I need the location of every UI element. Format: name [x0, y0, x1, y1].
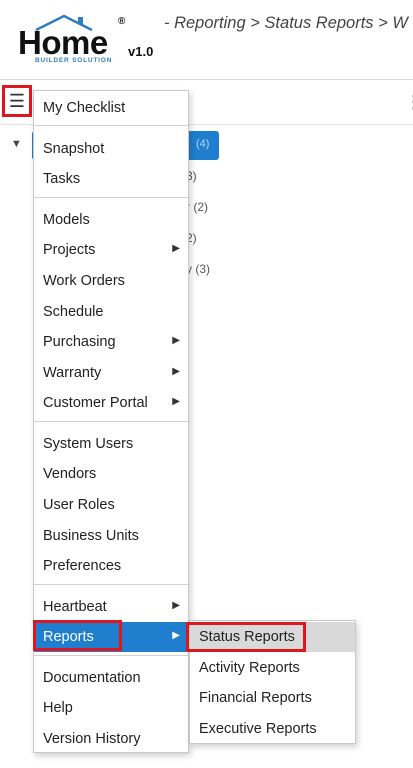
menu-item-customer-portal[interactable]: Customer Portal ▶ — [34, 388, 188, 417]
app-logo[interactable]: Home ® BUILDER SOLUTION v1.0 — [16, 12, 156, 68]
menu-divider — [34, 421, 188, 422]
menu-item-snapshot[interactable]: Snapshot — [34, 134, 188, 163]
menu-item-projects[interactable]: Projects ▶ — [34, 235, 188, 264]
menu-item-label: Models — [43, 211, 90, 228]
menu-item-label: Tasks — [43, 170, 81, 187]
submenu-arrow-icon: ▶ — [172, 366, 180, 377]
menu-item-heartbeat[interactable]: Heartbeat ▶ — [34, 592, 188, 621]
tree-row-count[interactable]: y (3) — [186, 262, 210, 276]
menu-item-label: Vendors — [43, 465, 97, 482]
submenu-item-financial-reports[interactable]: Financial Reports — [190, 683, 355, 713]
kebab-icon[interactable]: ⋮ — [405, 92, 413, 113]
submenu-arrow-icon: ▶ — [172, 630, 180, 641]
menu-item-documentation[interactable]: Documentation — [34, 663, 188, 692]
menu-divider — [34, 584, 188, 585]
breadcrumb: - Reporting > Status Reports > W — [164, 14, 408, 32]
logo-version: v1.0 — [128, 44, 154, 59]
hamburger-icon: ☰ — [8, 90, 26, 111]
reports-submenu: Status Reports Activity Reports Financia… — [189, 620, 356, 744]
menu-item-label: Purchasing — [43, 333, 116, 350]
submenu-item-label: Activity Reports — [199, 660, 300, 676]
menu-item-label: Schedule — [43, 303, 104, 320]
menu-item-label: Customer Portal — [43, 394, 148, 411]
logo-subtitle: BUILDER SOLUTION — [35, 57, 113, 64]
tree-row-count[interactable]: r (2) — [186, 200, 208, 214]
logo-wordmark: Home — [18, 24, 108, 61]
submenu-item-status-reports[interactable]: Status Reports — [190, 622, 355, 652]
main-menu: My Checklist Snapshot Tasks Models Proje… — [33, 90, 189, 753]
menu-item-preferences[interactable]: Preferences — [34, 551, 188, 580]
menu-item-tasks[interactable]: Tasks — [34, 164, 188, 193]
submenu-item-label: Status Reports — [199, 629, 295, 645]
menu-item-label: Documentation — [43, 669, 141, 686]
submenu-arrow-icon: ▶ — [172, 243, 180, 254]
tree-node-count: (4) — [196, 138, 210, 150]
menu-divider — [34, 125, 188, 126]
menu-item-label: Projects — [43, 241, 96, 258]
submenu-arrow-icon: ▶ — [172, 396, 180, 407]
menu-item-help[interactable]: Help — [34, 693, 188, 722]
submenu-item-activity-reports[interactable]: Activity Reports — [190, 653, 355, 683]
menu-item-label: Business Units — [43, 527, 139, 544]
submenu-item-label: Executive Reports — [199, 721, 317, 737]
menu-item-label: Version History — [43, 730, 141, 747]
menu-item-label: Preferences — [43, 557, 122, 574]
menu-item-label: Work Orders — [43, 272, 125, 289]
submenu-arrow-icon: ▶ — [172, 600, 180, 611]
menu-item-purchasing[interactable]: Purchasing ▶ — [34, 327, 188, 356]
menu-item-schedule[interactable]: Schedule — [34, 297, 188, 326]
menu-item-label: User Roles — [43, 496, 115, 513]
menu-item-work-orders[interactable]: Work Orders — [34, 266, 188, 295]
menu-item-version-history[interactable]: Version History — [34, 724, 188, 753]
menu-item-label: Snapshot — [43, 140, 105, 157]
submenu-item-executive-reports[interactable]: Executive Reports — [190, 714, 355, 744]
logo-registered-mark: ® — [118, 16, 126, 27]
menu-item-label: My Checklist — [43, 99, 126, 116]
menu-item-label: System Users — [43, 435, 134, 452]
menu-item-label: Reports — [43, 629, 94, 645]
menu-item-my-checklist[interactable]: My Checklist — [34, 93, 188, 122]
submenu-arrow-icon: ▶ — [172, 335, 180, 346]
menu-item-models[interactable]: Models — [34, 205, 188, 234]
menu-item-label: Warranty — [43, 364, 102, 381]
menu-item-vendors[interactable]: Vendors — [34, 459, 188, 488]
submenu-item-label: Financial Reports — [199, 690, 312, 706]
menu-divider — [34, 197, 188, 198]
menu-item-reports[interactable]: Reports ▶ — [34, 622, 188, 652]
menu-item-user-roles[interactable]: User Roles — [34, 490, 188, 519]
app-header: Home ® BUILDER SOLUTION v1.0 - Reporting… — [0, 0, 413, 80]
menu-item-warranty[interactable]: Warranty ▶ — [34, 358, 188, 387]
menu-item-business-units[interactable]: Business Units — [34, 521, 188, 550]
menu-item-label: Help — [43, 699, 73, 716]
hamburger-menu-button[interactable]: ☰ — [2, 85, 32, 117]
menu-item-label: Heartbeat — [43, 598, 107, 615]
tree-expand-icon[interactable]: ▼ — [11, 138, 22, 150]
menu-divider — [34, 655, 188, 656]
menu-item-system-users[interactable]: System Users — [34, 429, 188, 458]
